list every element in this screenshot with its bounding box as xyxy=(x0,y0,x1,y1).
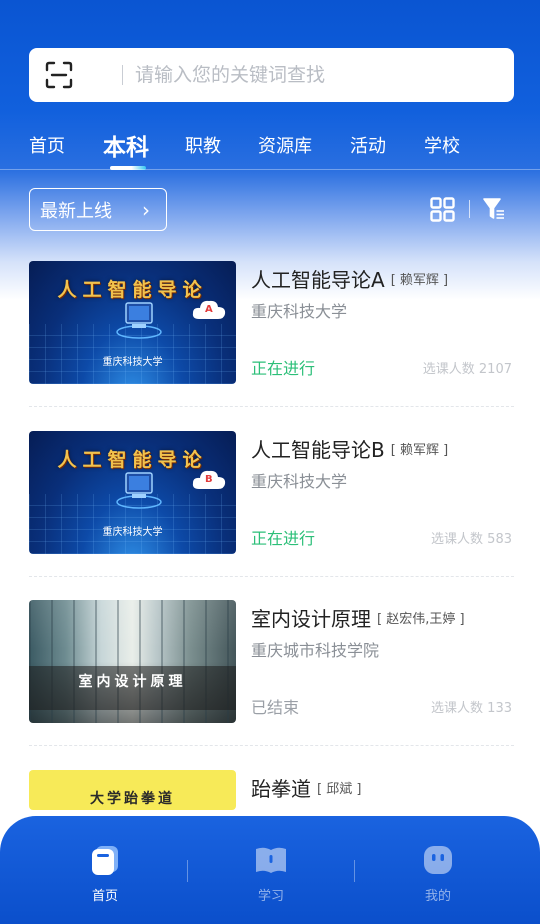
course-school: 重庆科技大学 xyxy=(251,302,348,321)
thumbnail-badge: B xyxy=(205,474,213,485)
course-enrollment-count: 选课人数 133 xyxy=(431,701,512,716)
thumbnail-title: 大学跆拳道 xyxy=(90,791,175,807)
course-thumbnail[interactable]: 室内设计原理 xyxy=(29,600,236,723)
course-item[interactable]: 大学跆拳道 跆拳道 [ 邱斌 ] xyxy=(29,770,514,816)
course-enrollment-count: 选课人数 2107 xyxy=(422,362,512,377)
tab-schools[interactable]: 学校 xyxy=(424,132,460,158)
nav-mine[interactable]: 我的 xyxy=(408,843,468,904)
search-input[interactable] xyxy=(135,60,495,90)
sort-label: 最新上线 xyxy=(40,200,112,222)
course-title-text: 人工智能导论B xyxy=(251,438,385,462)
thumbnail-subtitle: 重庆科技大学 xyxy=(102,527,163,538)
course-status: 正在进行 xyxy=(251,529,316,548)
scan-icon[interactable] xyxy=(44,60,74,90)
course-title[interactable]: 人工智能导论B [ 赖军辉 ] xyxy=(251,434,448,463)
bottom-navigation: 首页 学习 我的 xyxy=(0,816,540,924)
course-school: 重庆城市科技学院 xyxy=(251,641,380,660)
nav-home[interactable]: 首页 xyxy=(75,843,135,904)
tab-resource-library[interactable]: 资源库 xyxy=(258,132,312,158)
tab-undergraduate[interactable]: 本科 xyxy=(103,128,149,162)
course-enrollment-count: 选课人数 583 xyxy=(431,532,512,547)
course-thumbnail[interactable]: 人工智能导论 A 重庆科技大学 xyxy=(29,261,236,384)
course-teacher: [ 赖军辉 ] xyxy=(390,273,449,288)
nav-divider xyxy=(187,860,188,882)
course-title-text: 室内设计原理 xyxy=(251,607,371,631)
thumbnail-badge: A xyxy=(205,304,213,315)
tab-activities[interactable]: 活动 xyxy=(350,132,386,158)
computer-icon xyxy=(116,472,162,509)
nav-divider xyxy=(354,860,355,882)
course-status: 正在进行 xyxy=(251,359,316,378)
search-bar[interactable] xyxy=(29,48,514,102)
tab-home[interactable]: 首页 xyxy=(29,132,65,158)
tab-vocational[interactable]: 职教 xyxy=(185,132,221,158)
course-title[interactable]: 跆拳道 [ 邱斌 ] xyxy=(251,773,361,802)
course-title[interactable]: 人工智能导论A [ 赖军辉 ] xyxy=(251,264,448,293)
toolbar-divider xyxy=(469,200,470,218)
nav-study-label: 学习 xyxy=(257,889,284,904)
sort-latest-button[interactable]: 最新上线 › xyxy=(29,188,167,231)
nav-study[interactable]: 学习 xyxy=(241,843,301,904)
filter-funnel-icon[interactable] xyxy=(482,196,506,222)
profile-face-icon xyxy=(424,846,452,874)
search-divider xyxy=(122,65,123,85)
course-teacher: [ 邱斌 ] xyxy=(317,782,362,797)
nav-home-label: 首页 xyxy=(91,889,118,904)
book-icon xyxy=(256,847,286,873)
course-item[interactable]: 室内设计原理 室内设计原理 [ 赵宏伟,王婷 ] 重庆城市科技学院 已结束 选课人… xyxy=(29,600,514,746)
course-item[interactable]: 人工智能导论 A 重庆科技大学 人工智能导论A [ 赖军辉 ] 重庆科技大学 正在… xyxy=(29,261,514,407)
course-status: 已结束 xyxy=(251,698,300,717)
grid-view-icon[interactable] xyxy=(430,197,455,222)
course-title[interactable]: 室内设计原理 [ 赵宏伟,王婷 ] xyxy=(251,603,465,632)
category-tabs: 首页 本科 职教 资源库 活动 学校 xyxy=(0,124,540,170)
course-thumbnail[interactable]: 大学跆拳道 xyxy=(29,770,236,810)
thumbnail-subtitle: 重庆科技大学 xyxy=(102,357,163,368)
nav-mine-label: 我的 xyxy=(424,889,451,904)
computer-icon xyxy=(116,302,162,339)
course-teacher: [ 赖军辉 ] xyxy=(390,443,449,458)
tabs-divider xyxy=(0,169,540,170)
course-school: 重庆科技大学 xyxy=(251,472,348,491)
course-title-text: 人工智能导论A xyxy=(251,268,385,292)
course-thumbnail[interactable]: 人工智能导论 B 重庆科技大学 xyxy=(29,431,236,554)
course-title-text: 跆拳道 xyxy=(251,777,311,801)
course-teacher: [ 赵宏伟,王婷 ] xyxy=(377,612,465,627)
chevron-right-icon: › xyxy=(142,198,150,222)
course-item[interactable]: 人工智能导论 B 重庆科技大学 人工智能导论B [ 赖军辉 ] 重庆科技大学 正在… xyxy=(29,431,514,577)
home-icon xyxy=(92,846,118,875)
thumbnail-title: 室内设计原理 xyxy=(78,674,187,690)
